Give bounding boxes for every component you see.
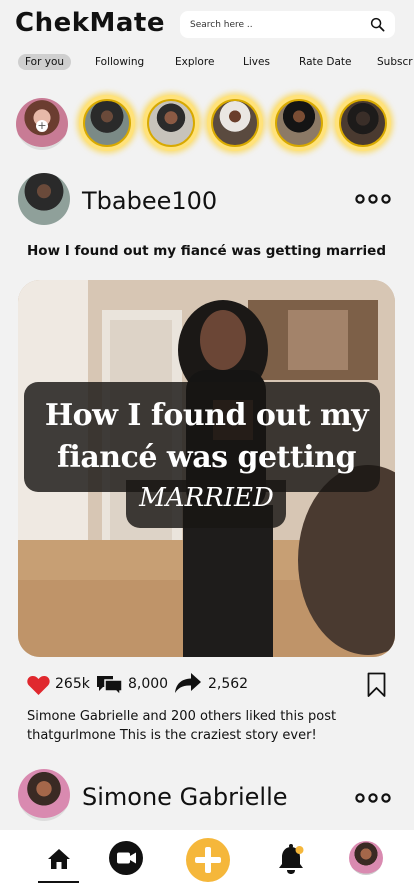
tab-rate-date[interactable]: Rate Date: [299, 55, 352, 69]
post-author-name[interactable]: Tbabee100: [82, 187, 217, 215]
heart-icon[interactable]: [26, 674, 51, 696]
post-header: Simone Gabrielle: [0, 769, 414, 823]
post-actions: 265k 8,000 2,562: [0, 668, 414, 702]
liked-by-text: Simone Gabrielle and 200 others liked th…: [27, 709, 337, 724]
story-item[interactable]: [143, 95, 199, 151]
more-options-icon[interactable]: [355, 793, 391, 803]
story-thumbnail: [211, 99, 259, 147]
add-story-icon[interactable]: +: [36, 120, 48, 132]
bottom-nav: [0, 830, 414, 896]
overlay-title-line-2: fiancé was getting: [57, 440, 356, 475]
active-tab-indicator: [38, 881, 79, 883]
video-camera-icon[interactable]: [109, 841, 143, 875]
search-bar[interactable]: [180, 11, 395, 38]
overlay-title-line-1: How I found out my: [44, 398, 369, 433]
tab-subscriptions[interactable]: Subscr: [377, 55, 413, 69]
share-icon[interactable]: [174, 672, 202, 694]
post-author-name[interactable]: Simone Gabrielle: [82, 783, 288, 811]
feed-tabs: For you Following Explore Lives Rate Dat…: [0, 52, 414, 74]
app-header: ChekMate: [0, 0, 414, 48]
story-thumbnail: [275, 99, 323, 147]
post-caption: thatgurlmone This is the craziest story …: [27, 728, 317, 743]
like-count: 265k: [55, 676, 90, 692]
post-header: Tbabee100: [0, 173, 414, 227]
stories-row: +: [0, 95, 414, 155]
story-thumbnail: [339, 99, 387, 147]
comment-count: 8,000: [128, 676, 169, 692]
app-logo: ChekMate: [15, 8, 165, 38]
search-icon[interactable]: [370, 17, 385, 32]
story-thumbnail: [83, 99, 131, 147]
story-item[interactable]: [207, 95, 263, 151]
tab-following[interactable]: Following: [95, 55, 144, 69]
tab-lives[interactable]: Lives: [243, 55, 270, 69]
story-thumbnail: [147, 99, 195, 147]
profile-avatar[interactable]: [349, 841, 383, 875]
post-title: How I found out my fiancé was getting ma…: [27, 243, 386, 259]
post-image[interactable]: How I found out my fiancé was getting MA…: [18, 280, 395, 657]
bookmark-icon[interactable]: [367, 672, 386, 698]
search-input[interactable]: [190, 17, 360, 33]
story-item[interactable]: [271, 95, 327, 151]
tab-explore[interactable]: Explore: [175, 55, 214, 69]
tab-for-you[interactable]: For you: [18, 54, 72, 70]
plus-icon[interactable]: [185, 837, 231, 883]
share-count: 2,562: [208, 676, 249, 692]
home-icon[interactable]: [47, 848, 71, 870]
comment-icon[interactable]: [96, 674, 123, 696]
bell-icon[interactable]: [277, 843, 307, 875]
more-options-icon[interactable]: [355, 194, 391, 204]
my-story-avatar[interactable]: +: [16, 98, 68, 150]
post-author-avatar[interactable]: [18, 173, 70, 225]
overlay-title-line-3: MARRIED: [139, 483, 274, 513]
story-item[interactable]: [79, 95, 135, 151]
post-author-avatar[interactable]: [18, 769, 70, 821]
story-item[interactable]: [335, 95, 391, 151]
